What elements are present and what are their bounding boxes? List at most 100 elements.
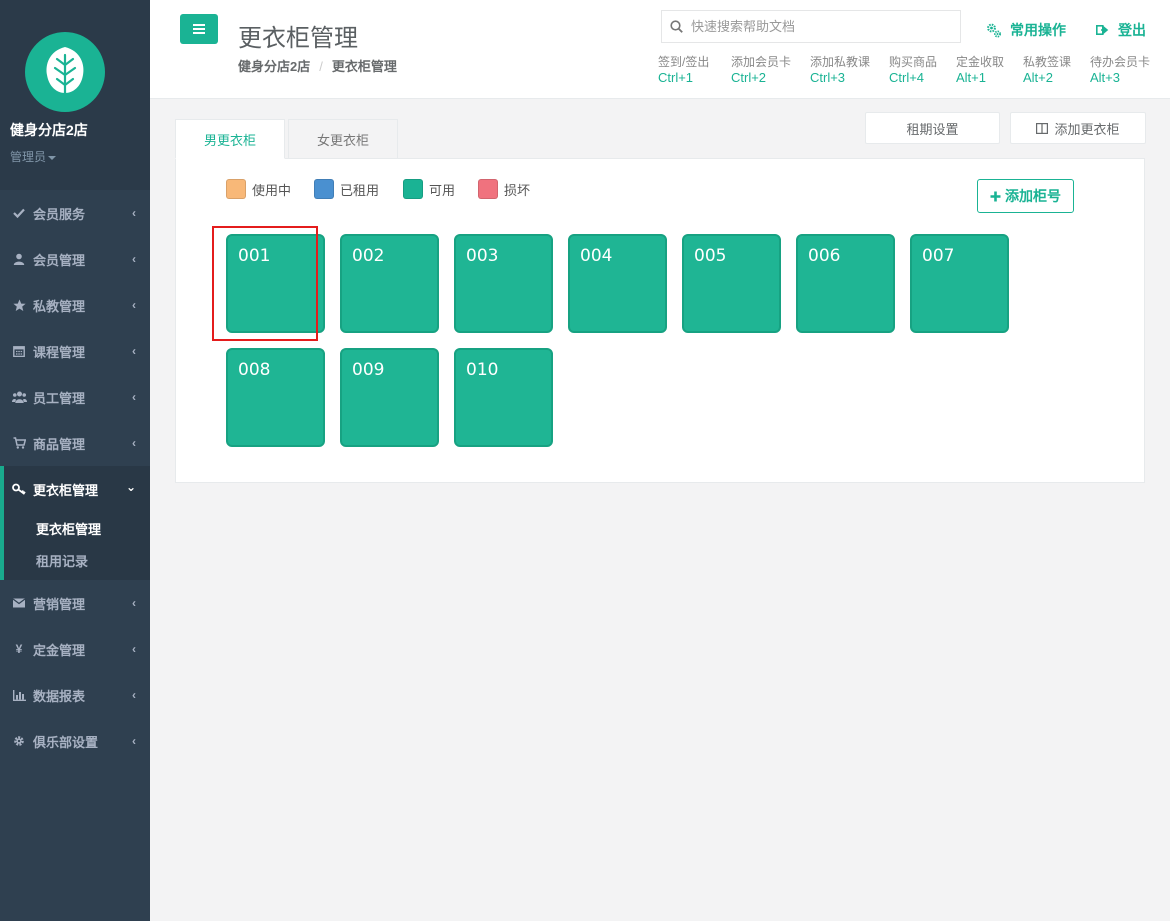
sidebar-item-course-management[interactable]: 课程管理 ‹ [0,328,150,374]
shortcut-private-signin[interactable]: 私教签课 Alt+2 [1023,54,1071,86]
sign-out-icon [1096,24,1110,36]
sidebar-item-locker-management[interactable]: 更衣柜管理 ⌄ [4,466,150,512]
key-icon [10,482,28,496]
chevron-left-icon: ‹ [132,252,136,266]
chevron-left-icon: ‹ [132,688,136,702]
sidebar-item-staff-management[interactable]: 员工管理 ‹ [0,374,150,420]
columns-icon [1036,122,1049,134]
cart-icon [10,436,28,450]
legend-label: 可用 [429,182,456,198]
sidebar-item-label: 课程管理 [33,344,86,360]
users-icon [10,390,28,404]
yen-icon: ¥ [15,642,23,656]
sidebar-item-member-service[interactable]: 会员服务 ‹ [0,190,150,236]
sidebar-item-private-coaching[interactable]: 私教管理 ‹ [0,282,150,328]
breadcrumb: 健身分店2店 / 更衣柜管理 [238,56,397,75]
sidebar-item-label: 私教管理 [33,298,86,314]
user-icon [10,252,28,266]
chevron-down-icon: ⌄ [125,480,136,494]
shortcut-add-private-course[interactable]: 添加私教课 Ctrl+3 [810,54,870,86]
shortcut-label: 待办会员卡 [1090,55,1151,69]
sidebar-item-deposit-management[interactable]: ¥ 定金管理 ‹ [0,626,150,672]
shortcut-key: Ctrl+1 [658,70,694,85]
shortcut-add-member-card[interactable]: 添加会员卡 Ctrl+2 [731,54,791,86]
shortcut-label: 添加私教课 [810,55,871,69]
shortcut-label: 签到/签出 [658,55,710,69]
sidebar-item-label: 会员管理 [33,252,86,268]
top-header: 更衣柜管理 健身分店2店 / 更衣柜管理 常用操作 登出 签到/签出Ctrl+1 添… [150,0,1170,99]
shortcut-deposit[interactable]: 定金收取 Alt+1 [956,54,1004,86]
legend-in-use: 使用中 [226,179,291,199]
legend-available: 可用 [403,179,455,199]
shortcut-pending-card[interactable]: 待办会员卡 Alt+3 [1090,54,1150,86]
sidebar-item-member-management[interactable]: 会员管理 ‹ [0,236,150,282]
tab-male-locker[interactable]: 男更衣柜 [175,119,285,159]
chevron-left-icon: ‹ [132,206,136,220]
shortcut-label: 购买商品 [889,55,938,69]
shortcut-key: Alt+1 [956,70,986,85]
sidebar-item-label: 数据报表 [33,688,86,704]
breadcrumb-current: 更衣柜管理 [331,59,397,74]
locker-008[interactable]: 008 [226,348,325,447]
chevron-left-icon: ‹ [132,298,136,312]
caret-down-icon [48,155,57,160]
store-name: 健身分店2店 [10,122,88,138]
locker-010[interactable]: 010 [454,348,553,447]
sidebar-item-label: 营销管理 [33,596,86,612]
chevron-left-icon: ‹ [132,642,136,656]
tab-female-locker[interactable]: 女更衣柜 [288,119,398,159]
search-input[interactable] [691,19,941,34]
sidebar-group-locker-management: 更衣柜管理 ⌄ 更衣柜管理 租用记录 [0,466,150,580]
shortcut-key: Alt+3 [1090,70,1120,85]
shortcut-key: Alt+2 [1023,70,1053,85]
legend-label: 已租用 [340,182,380,198]
legend-swatch [226,179,246,199]
locker-009[interactable]: 009 [340,348,439,447]
add-locker-button[interactable]: 添加更衣柜 [1010,112,1146,144]
locker-004[interactable]: 004 [568,234,667,333]
sidebar-item-goods-management[interactable]: 商品管理 ‹ [0,420,150,466]
bar-chart-icon [10,688,28,702]
add-number-label: 添加柜号 [1005,188,1061,204]
chevron-left-icon: ‹ [132,436,136,450]
sidebar-item-club-settings[interactable]: 俱乐部设置 ‹ [0,718,150,764]
hamburger-icon [193,24,205,34]
common-operations-label: 常用操作 [1010,22,1066,38]
locker-001[interactable]: 001 [226,234,325,333]
locker-006[interactable]: 006 [796,234,895,333]
rent-settings-button[interactable]: 租期设置 [865,112,1000,144]
logout-label: 登出 [1118,22,1146,38]
sidebar-item-marketing-management[interactable]: 营销管理 ‹ [0,580,150,626]
sidebar-subitem-locker-management[interactable]: 更衣柜管理 [4,512,150,544]
leaf-logo-icon [25,32,105,112]
logout-link[interactable]: 登出 [1096,20,1146,40]
breadcrumb-store[interactable]: 健身分店2店 [238,59,310,74]
sidebar-subitem-rental-records[interactable]: 租用记录 [4,544,150,580]
envelope-icon [10,596,28,610]
breadcrumb-separator: / [319,59,323,74]
menu-toggle-button[interactable] [180,14,218,44]
legend-label: 损坏 [504,182,531,198]
search-box[interactable] [661,10,961,43]
gear-icon [10,734,28,748]
locker-005[interactable]: 005 [682,234,781,333]
shortcut-buy-goods[interactable]: 购买商品 Ctrl+4 [889,54,937,86]
shortcut-key: Ctrl+4 [889,70,925,85]
role-dropdown[interactable]: 管理员 [10,148,57,165]
plus-icon [990,191,1001,201]
gears-icon [986,22,1002,38]
legend-label: 使用中 [252,182,292,198]
chevron-left-icon: ‹ [132,734,136,748]
locker-003[interactable]: 003 [454,234,553,333]
legend-swatch [478,179,498,199]
sidebar-item-label: 会员服务 [33,206,86,222]
common-operations-link[interactable]: 常用操作 [986,20,1066,40]
sidebar-item-label: 俱乐部设置 [33,734,99,750]
sidebar-item-data-reports[interactable]: 数据报表 ‹ [0,672,150,718]
locker-002[interactable]: 002 [340,234,439,333]
sidebar-item-label: 定金管理 [33,642,86,658]
shortcut-checkin[interactable]: 签到/签出 Ctrl+1 [658,54,709,86]
locker-007[interactable]: 007 [910,234,1009,333]
search-icon [670,20,683,33]
add-number-button[interactable]: 添加柜号 [977,179,1074,213]
